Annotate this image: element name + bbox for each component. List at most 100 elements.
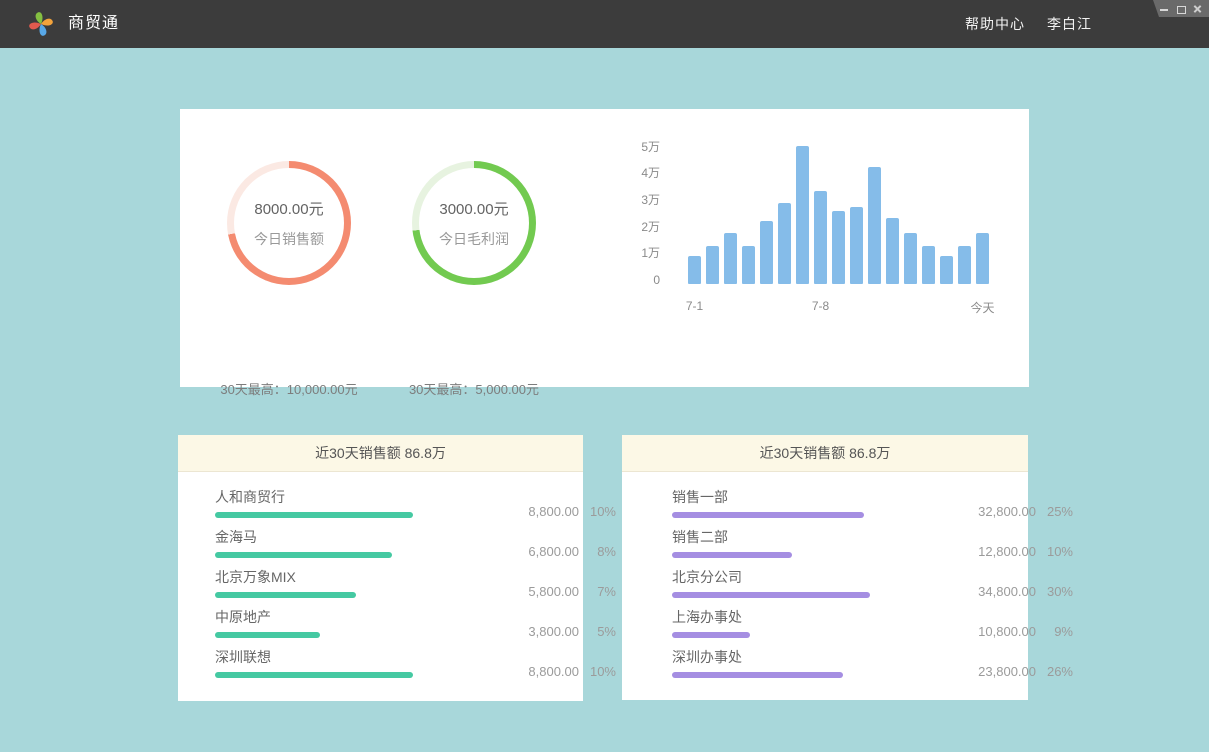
y-axis-tick: 2万 bbox=[610, 220, 660, 234]
list-item: 人和商贸行 8,800.00 10% bbox=[215, 488, 535, 528]
x-axis-tick: 7-1 bbox=[686, 299, 703, 313]
rank-item-bar-track bbox=[215, 672, 515, 678]
list-item: 北京分公司 34,800.00 30% bbox=[672, 568, 990, 608]
customer-ranking-title: 近30天销售额 86.8万 bbox=[178, 435, 583, 472]
rank-item-label: 北京万象MIX bbox=[215, 568, 515, 586]
y-axis-tick: 4万 bbox=[610, 166, 660, 180]
rank-item-value: 23,800.00 bbox=[972, 664, 1036, 679]
chart-bar bbox=[868, 167, 881, 284]
daily-sales-bars bbox=[688, 133, 992, 284]
chart-bar bbox=[832, 211, 845, 284]
user-menu[interactable]: 李白江 bbox=[1047, 14, 1092, 34]
rank-item-bar bbox=[672, 632, 750, 638]
maximize-icon[interactable] bbox=[1176, 4, 1186, 14]
rank-item-bar bbox=[672, 592, 870, 598]
y-axis-tick: 0 bbox=[610, 273, 660, 287]
chart-bar bbox=[688, 256, 701, 284]
department-ranking-card: 近30天销售额 86.8万 销售一部 32,800.00 25% 销售二部 12… bbox=[622, 435, 1028, 700]
chart-bar bbox=[796, 146, 809, 284]
rank-item-value: 34,800.00 bbox=[972, 584, 1036, 599]
rank-item-value: 8,800.00 bbox=[515, 664, 579, 679]
rank-item-bar bbox=[215, 632, 320, 638]
chart-bar bbox=[742, 246, 755, 284]
chart-bar bbox=[922, 246, 935, 284]
titlebar: 商贸通 帮助中心 李白江 bbox=[0, 0, 1209, 48]
minimize-icon[interactable] bbox=[1159, 4, 1169, 14]
overview-card: 8000.00元 今日销售额 30天最高：10,000.00元 3000.00元… bbox=[180, 109, 1029, 387]
rank-item-bar bbox=[215, 592, 356, 598]
chart-bar bbox=[814, 191, 827, 284]
list-item: 销售一部 32,800.00 25% bbox=[672, 488, 990, 528]
app-logo-pinwheel-icon bbox=[26, 9, 56, 39]
rank-item-label: 金海马 bbox=[215, 528, 515, 546]
rank-item-percent: 5% bbox=[588, 624, 616, 639]
list-item: 北京万象MIX 5,800.00 7% bbox=[215, 568, 535, 608]
rank-item-label: 销售二部 bbox=[672, 528, 972, 546]
customer-ranking-list: 人和商贸行 8,800.00 10% 金海马 6,800.00 8% 北京万象M… bbox=[178, 472, 583, 688]
rank-item-percent: 10% bbox=[588, 504, 616, 519]
list-item: 上海办事处 10,800.00 9% bbox=[672, 608, 990, 648]
rank-item-value: 5,800.00 bbox=[515, 584, 579, 599]
rank-item-bar bbox=[215, 552, 392, 558]
rank-item-bar bbox=[672, 672, 843, 678]
chart-bar bbox=[958, 246, 971, 284]
today-profit-value: 3000.00元 bbox=[439, 198, 508, 219]
chart-bar bbox=[976, 233, 989, 284]
rank-item-label: 中原地产 bbox=[215, 608, 515, 626]
rank-item-label: 深圳办事处 bbox=[672, 648, 972, 666]
rank-item-label: 人和商贸行 bbox=[215, 488, 515, 506]
x-axis-tick: 7-8 bbox=[812, 299, 829, 313]
rank-item-value: 32,800.00 bbox=[972, 504, 1036, 519]
close-icon[interactable] bbox=[1193, 4, 1203, 14]
y-axis-tick: 3万 bbox=[610, 193, 660, 207]
department-ranking-list: 销售一部 32,800.00 25% 销售二部 12,800.00 10% 北京… bbox=[622, 472, 1028, 688]
rank-item-label: 上海办事处 bbox=[672, 608, 972, 626]
rank-item-bar-track bbox=[672, 672, 972, 678]
rank-item-value: 6,800.00 bbox=[515, 544, 579, 559]
help-center-link[interactable]: 帮助中心 bbox=[965, 14, 1025, 34]
rank-item-bar-track bbox=[215, 592, 515, 598]
chart-bar bbox=[940, 256, 953, 284]
y-axis-tick: 5万 bbox=[610, 140, 660, 154]
today-sales-label: 今日销售额 bbox=[254, 229, 324, 249]
list-item: 销售二部 12,800.00 10% bbox=[672, 528, 990, 568]
rank-item-bar bbox=[215, 512, 413, 518]
rank-item-percent: 10% bbox=[1045, 544, 1073, 559]
today-sales-value: 8000.00元 bbox=[254, 198, 323, 219]
list-item: 金海马 6,800.00 8% bbox=[215, 528, 535, 568]
chart-bar bbox=[904, 233, 917, 284]
chart-bar bbox=[760, 221, 773, 284]
rank-item-bar-track bbox=[672, 512, 972, 518]
rank-item-percent: 9% bbox=[1045, 624, 1073, 639]
rank-item-bar-track bbox=[215, 552, 515, 558]
rank-item-bar bbox=[672, 512, 864, 518]
rank-item-value: 12,800.00 bbox=[972, 544, 1036, 559]
rank-item-bar-track bbox=[215, 632, 515, 638]
rank-item-percent: 10% bbox=[588, 664, 616, 679]
rank-item-percent: 26% bbox=[1045, 664, 1073, 679]
customer-ranking-card: 近30天销售额 86.8万 人和商贸行 8,800.00 10% 金海马 6,8… bbox=[178, 435, 583, 701]
app-title: 商贸通 bbox=[68, 0, 119, 48]
department-ranking-title: 近30天销售额 86.8万 bbox=[622, 435, 1028, 472]
rank-item-percent: 30% bbox=[1045, 584, 1073, 599]
list-item: 深圳联想 8,800.00 10% bbox=[215, 648, 535, 688]
x-axis-tick: 今天 bbox=[970, 299, 994, 316]
rank-item-value: 3,800.00 bbox=[515, 624, 579, 639]
rank-item-label: 北京分公司 bbox=[672, 568, 972, 586]
list-item: 中原地产 3,800.00 5% bbox=[215, 608, 535, 648]
rank-item-percent: 25% bbox=[1045, 504, 1073, 519]
rank-item-percent: 7% bbox=[588, 584, 616, 599]
rank-item-bar bbox=[215, 672, 413, 678]
chart-bar bbox=[850, 207, 863, 284]
rank-item-label: 销售一部 bbox=[672, 488, 972, 506]
rank-item-value: 8,800.00 bbox=[515, 504, 579, 519]
window-controls bbox=[1153, 0, 1209, 17]
rank-item-bar bbox=[672, 552, 792, 558]
rank-item-percent: 8% bbox=[588, 544, 616, 559]
rank-item-label: 深圳联想 bbox=[215, 648, 515, 666]
chart-bar bbox=[778, 203, 791, 284]
list-item: 深圳办事处 23,800.00 26% bbox=[672, 648, 990, 688]
today-profit-label: 今日毛利润 bbox=[439, 229, 509, 249]
rank-item-bar-track bbox=[672, 552, 972, 558]
rank-item-value: 10,800.00 bbox=[972, 624, 1036, 639]
